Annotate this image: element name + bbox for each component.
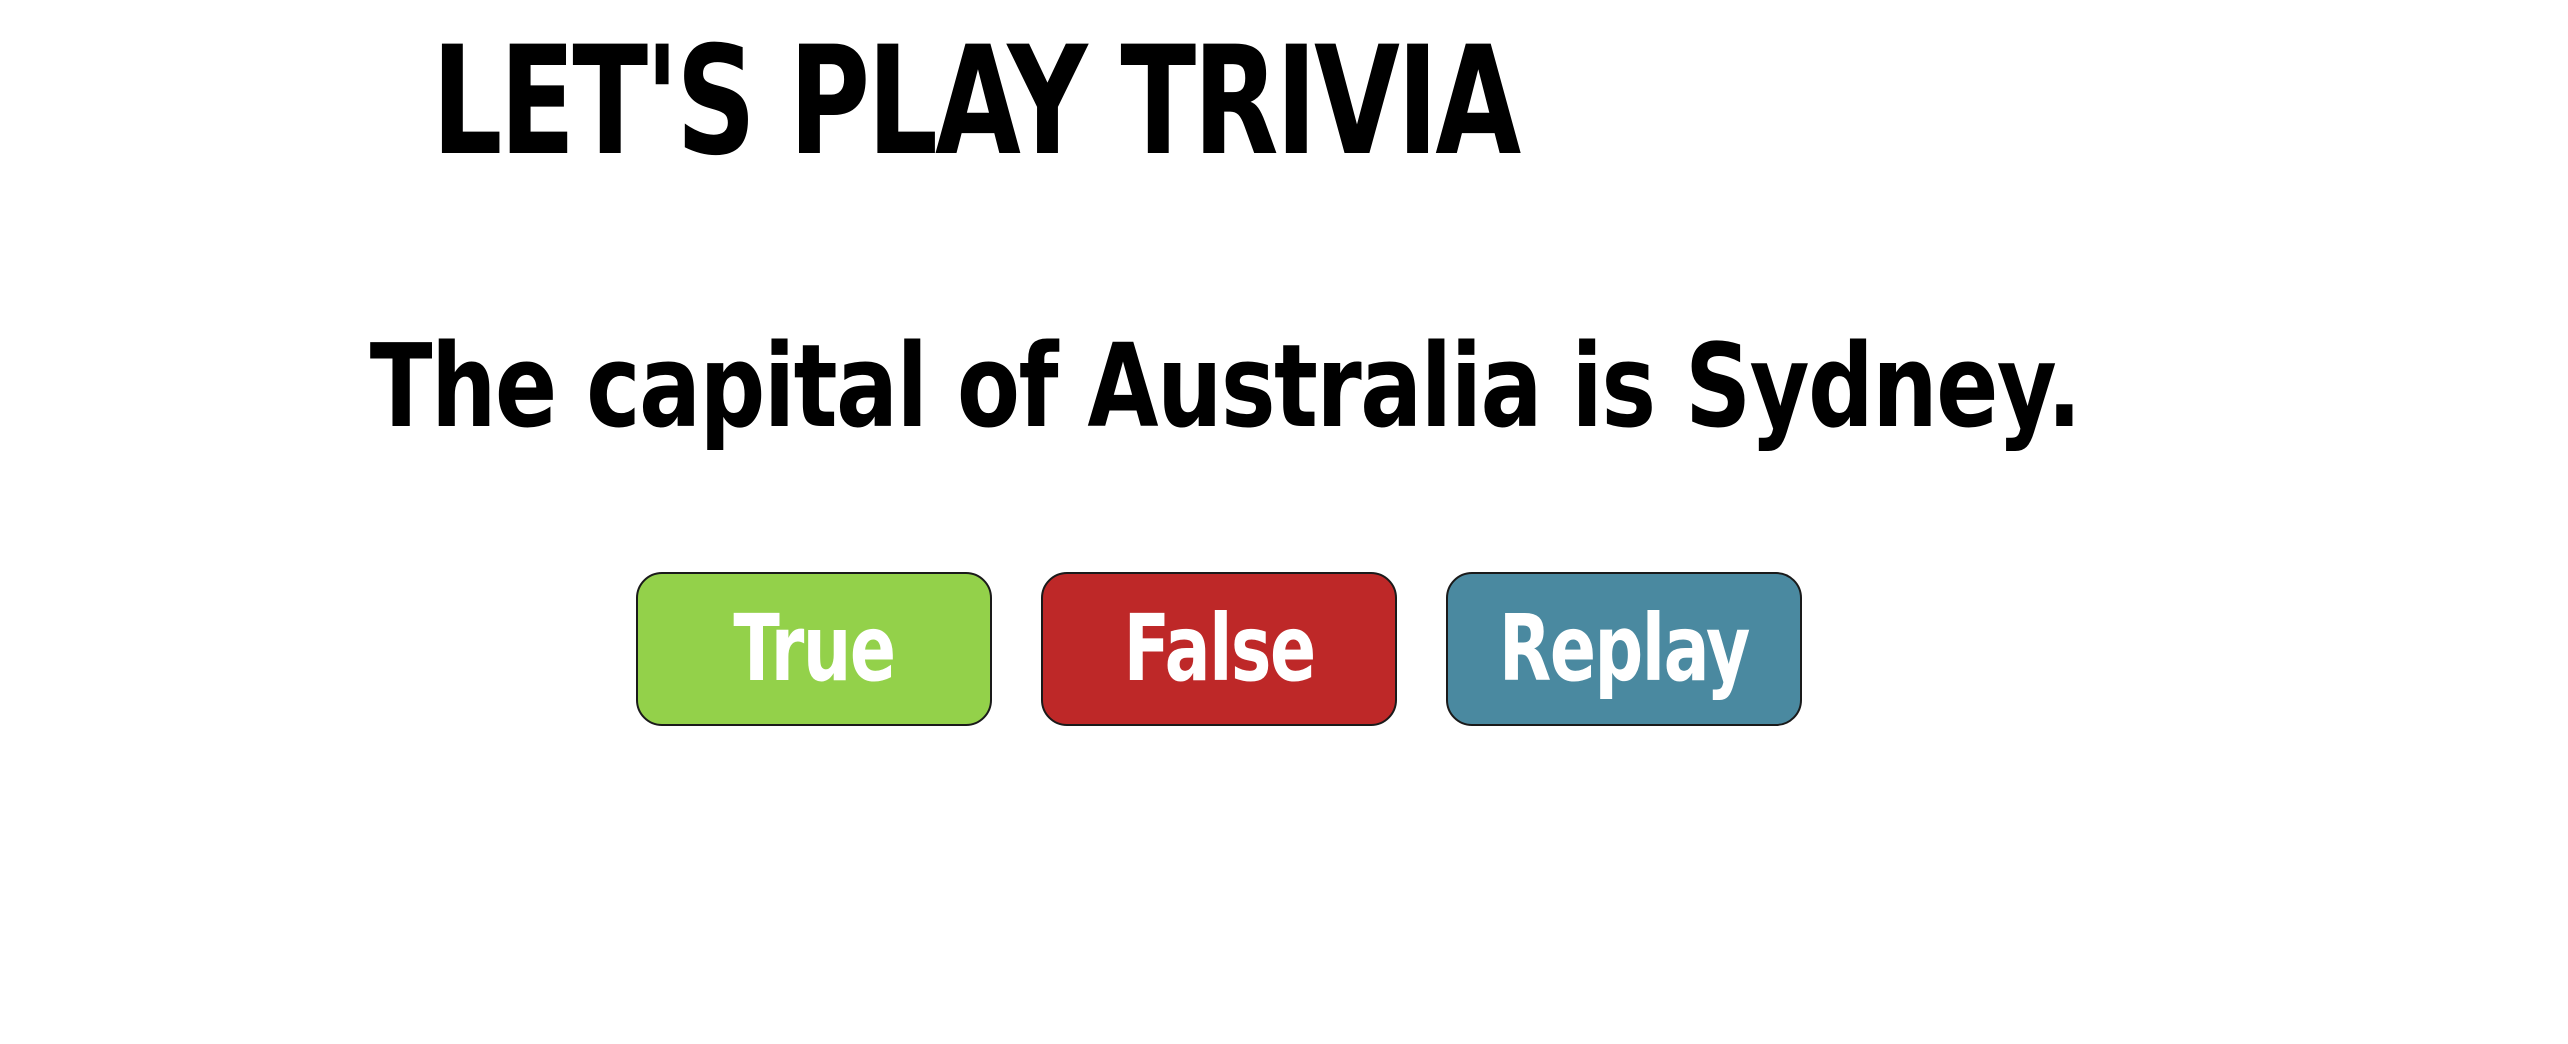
false-button-label: False (1123, 595, 1316, 702)
replay-button-label: Replay (1498, 595, 1750, 702)
question-text: The capital of Australia is Sydney. (369, 320, 2082, 454)
true-button[interactable]: True (636, 572, 992, 726)
trivia-page: LET'S PLAY TRIVIA The capital of Austral… (0, 0, 2568, 1044)
false-button[interactable]: False (1041, 572, 1397, 726)
page-title: LET'S PLAY TRIVIA (431, 15, 1521, 189)
replay-button[interactable]: Replay (1446, 572, 1802, 726)
true-button-label: True (733, 595, 896, 702)
